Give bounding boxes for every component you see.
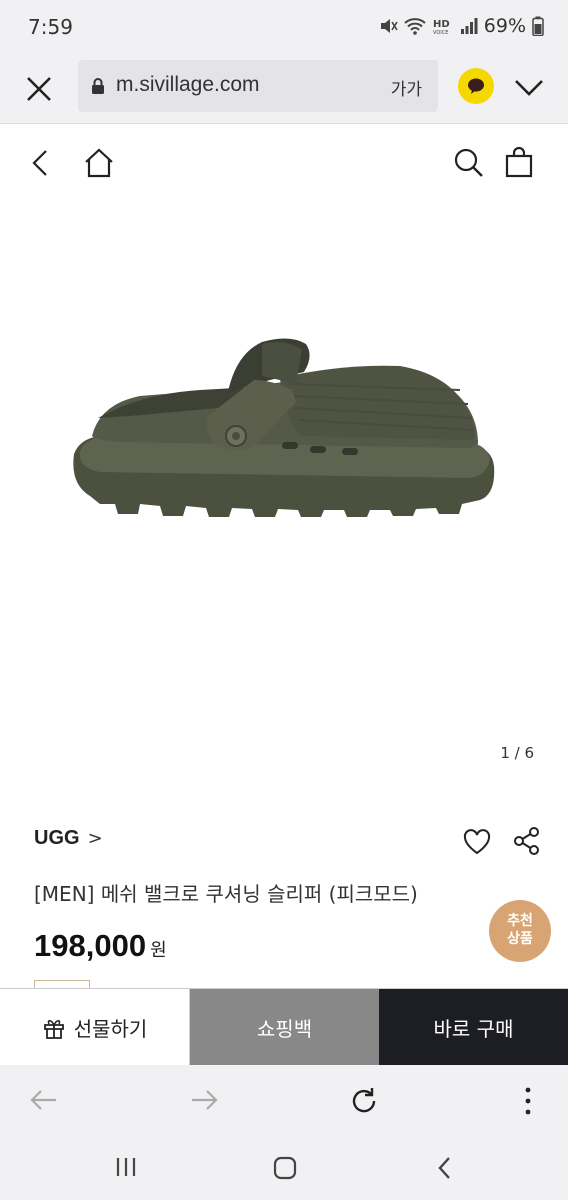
battery-percent: 69% [483,15,526,37]
site-header [0,124,568,204]
shopping-bag-icon[interactable] [502,146,536,180]
recommend-badge[interactable]: 추천 상품 [489,900,551,962]
gift-icon [43,1019,64,1039]
cart-label: 쇼핑백 [256,1017,313,1041]
browser-nav-bar [0,1065,568,1135]
heart-icon[interactable] [462,828,492,856]
search-icon[interactable] [452,146,486,180]
arrow-right-icon[interactable] [188,1085,220,1115]
lock-icon [92,78,104,94]
back-icon[interactable] [24,146,58,180]
kakao-button[interactable] [458,68,494,104]
buy-now-button[interactable]: 바로 구매 [379,989,568,1066]
system-back-icon[interactable] [434,1155,456,1181]
svg-text:HD: HD [433,19,450,30]
gift-button[interactable]: 선물하기 [0,989,190,1066]
home-icon[interactable] [82,146,116,180]
brand-name: UGG [34,827,80,849]
product-image-gallery[interactable]: 1 / 6 [0,204,568,774]
chevron-down-icon[interactable] [512,72,546,102]
hd-voice-icon: HDVOICE [433,19,450,36]
status-indicators: HD VOICE 69% [378,15,544,37]
wifi-icon [404,18,426,35]
price: 198,000 [34,928,147,963]
buy-label: 바로 구매 [433,1017,514,1041]
browser-toolbar: m.sivillage.com 가가 [0,54,568,124]
product-image [73,338,495,517]
text-size-button[interactable]: 가가 [391,75,422,100]
chevron-right-icon: > [87,828,103,849]
status-time: 7:59 [28,15,73,39]
currency: 원 [150,940,167,961]
signal-icon [460,18,478,34]
mute-icon [380,19,398,33]
url-text: m.sivillage.com [116,73,260,96]
kakao-icon [468,78,484,94]
address-bar[interactable]: m.sivillage.com 가가 [78,60,438,112]
status-bar: 7:59 HD VOICE 69% [0,0,568,54]
gift-label: 선물하기 [73,1017,148,1041]
home-button-icon[interactable] [272,1155,298,1181]
purchase-action-bar: 선물하기 쇼핑백 바로 구매 [0,988,568,1066]
arrow-left-icon[interactable] [28,1085,60,1115]
image-counter: 1 / 6 [500,744,534,762]
add-to-bag-button[interactable]: 쇼핑백 [190,989,379,1066]
brand-link[interactable]: UGG > [34,827,103,850]
recommend-badge-line1: 추천 [507,913,533,929]
battery-icon [532,16,544,36]
system-nav-bar [0,1135,568,1200]
price-row: 198,000 원 [34,928,167,964]
recent-apps-icon[interactable] [114,1155,138,1179]
svg-text:VOICE: VOICE [433,30,448,36]
product-name: [MEN] 메쉬 밸크로 쿠셔닝 슬리퍼 (피크모드) [34,882,418,906]
share-icon[interactable] [512,826,542,856]
recommend-badge-line2: 상품 [507,931,533,947]
close-icon[interactable] [20,70,58,108]
reload-icon[interactable] [348,1085,380,1117]
more-icon[interactable] [520,1085,536,1117]
